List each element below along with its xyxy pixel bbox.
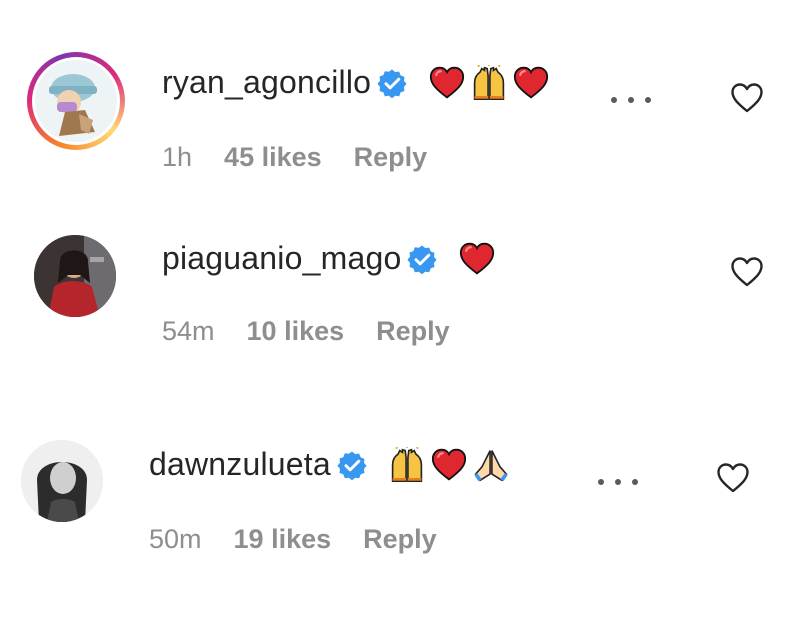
avatar-photo — [21, 440, 103, 522]
more-options-icon[interactable] — [611, 94, 651, 106]
raising-hands-emoji — [471, 65, 507, 101]
red-heart-emoji — [459, 241, 495, 277]
comment-meta: 1h 45 likes Reply — [162, 142, 427, 173]
comment-meta: 54m 10 likes Reply — [162, 316, 450, 347]
avatar-story-ring[interactable] — [27, 52, 125, 150]
comment-header: piaguanio_mago ❤️ — [162, 240, 495, 277]
username[interactable]: ryan_agoncillo — [162, 64, 371, 101]
red-heart-emoji — [513, 65, 549, 101]
comment-time: 1h — [162, 142, 193, 172]
reply-button[interactable]: Reply — [354, 142, 428, 173]
avatar-photo — [34, 235, 116, 317]
comment-meta: 50m 19 likes Reply — [149, 524, 437, 555]
red-heart-emoji — [429, 65, 465, 101]
like-count[interactable]: 19 likes — [234, 524, 332, 555]
more-options-icon[interactable] — [598, 476, 638, 488]
comment-item: ryan_agoncillo ❤️🙌❤️ 1h 45 likes Reply — [0, 0, 800, 180]
reply-button[interactable]: Reply — [376, 316, 450, 347]
avatar — [35, 60, 117, 142]
like-heart-icon[interactable] — [730, 256, 764, 288]
like-count[interactable]: 10 likes — [247, 316, 345, 347]
avatar[interactable] — [34, 235, 116, 317]
like-heart-icon[interactable] — [716, 462, 750, 494]
verified-badge-icon — [337, 450, 367, 480]
reply-button[interactable]: Reply — [363, 524, 437, 555]
comment-header: dawnzulueta 🙌❤️🙏 — [149, 446, 509, 483]
comment-time: 50m — [149, 524, 202, 554]
raising-hands-emoji — [389, 447, 425, 483]
folded-hands-emoji — [473, 447, 509, 483]
comment-item: piaguanio_mago ❤️ 54m 10 likes Reply — [0, 180, 800, 360]
verified-badge-icon — [407, 244, 437, 274]
username[interactable]: piaguanio_mago — [162, 240, 401, 277]
username[interactable]: dawnzulueta — [149, 446, 331, 483]
comment-header: ryan_agoncillo ❤️🙌❤️ — [162, 64, 549, 101]
like-heart-icon[interactable] — [730, 82, 764, 114]
comment-time: 54m — [162, 316, 215, 346]
red-heart-emoji — [431, 447, 467, 483]
verified-badge-icon — [377, 68, 407, 98]
comment-item: dawnzulueta 🙌❤️🙏 50m 19 likes Reply — [0, 400, 800, 580]
avatar[interactable] — [21, 440, 103, 522]
avatar-illustration — [35, 60, 117, 142]
like-count[interactable]: 45 likes — [224, 142, 322, 173]
